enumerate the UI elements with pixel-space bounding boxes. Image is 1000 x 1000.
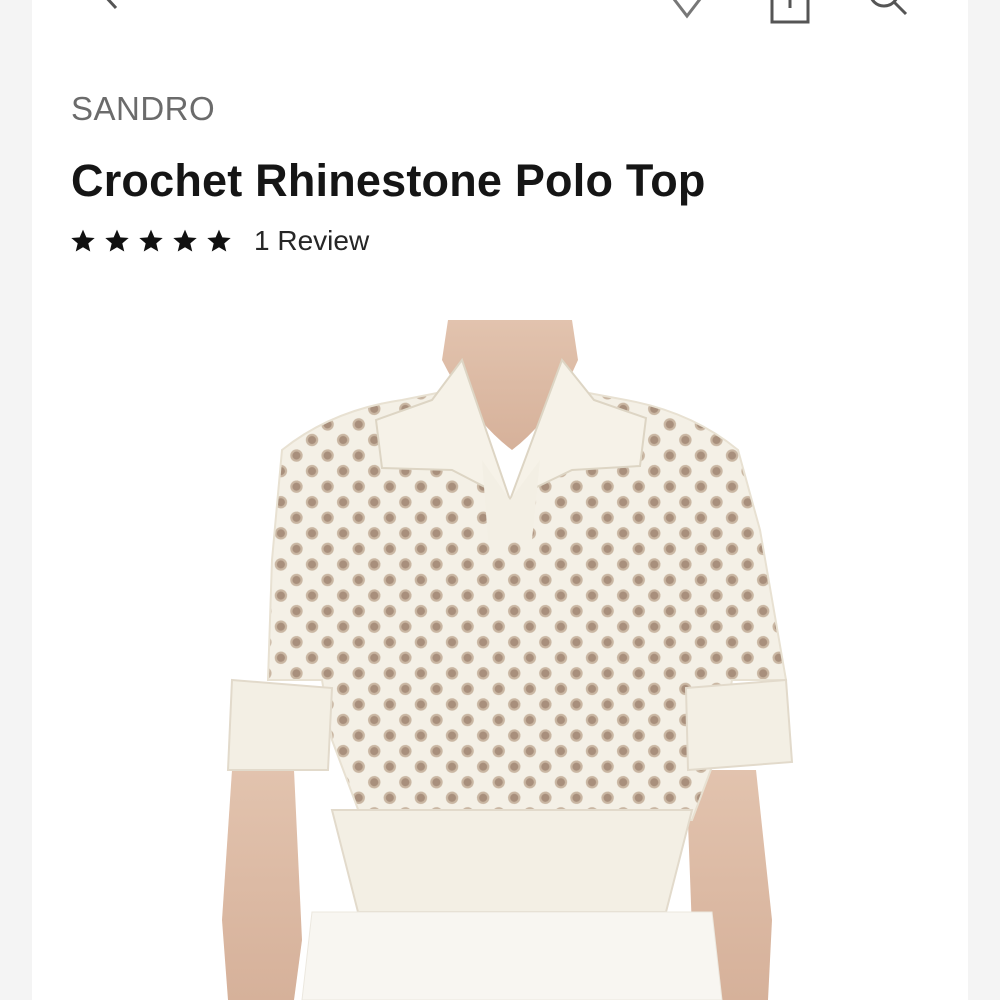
star-icon (139, 229, 163, 252)
product-image[interactable] (32, 300, 968, 1000)
star-icon (207, 229, 231, 252)
star-icon (105, 229, 129, 252)
star-rating (70, 228, 232, 254)
product-title: Crochet Rhinestone Polo Top (71, 155, 706, 206)
star-icon (173, 229, 197, 252)
review-count-link[interactable]: 1 Review (254, 225, 369, 257)
search-icon[interactable] (864, 0, 914, 20)
star-icon (71, 229, 95, 252)
rating-row[interactable]: 1 Review (70, 223, 369, 259)
chevron-left-icon[interactable] (94, 0, 124, 10)
heart-icon[interactable] (664, 0, 710, 20)
top-nav-bar (32, 0, 968, 30)
brand-name[interactable]: SANDRO (71, 90, 215, 128)
share-icon[interactable] (768, 0, 812, 26)
product-page: SANDRO Crochet Rhinestone Polo Top 1 Rev… (32, 0, 968, 1000)
